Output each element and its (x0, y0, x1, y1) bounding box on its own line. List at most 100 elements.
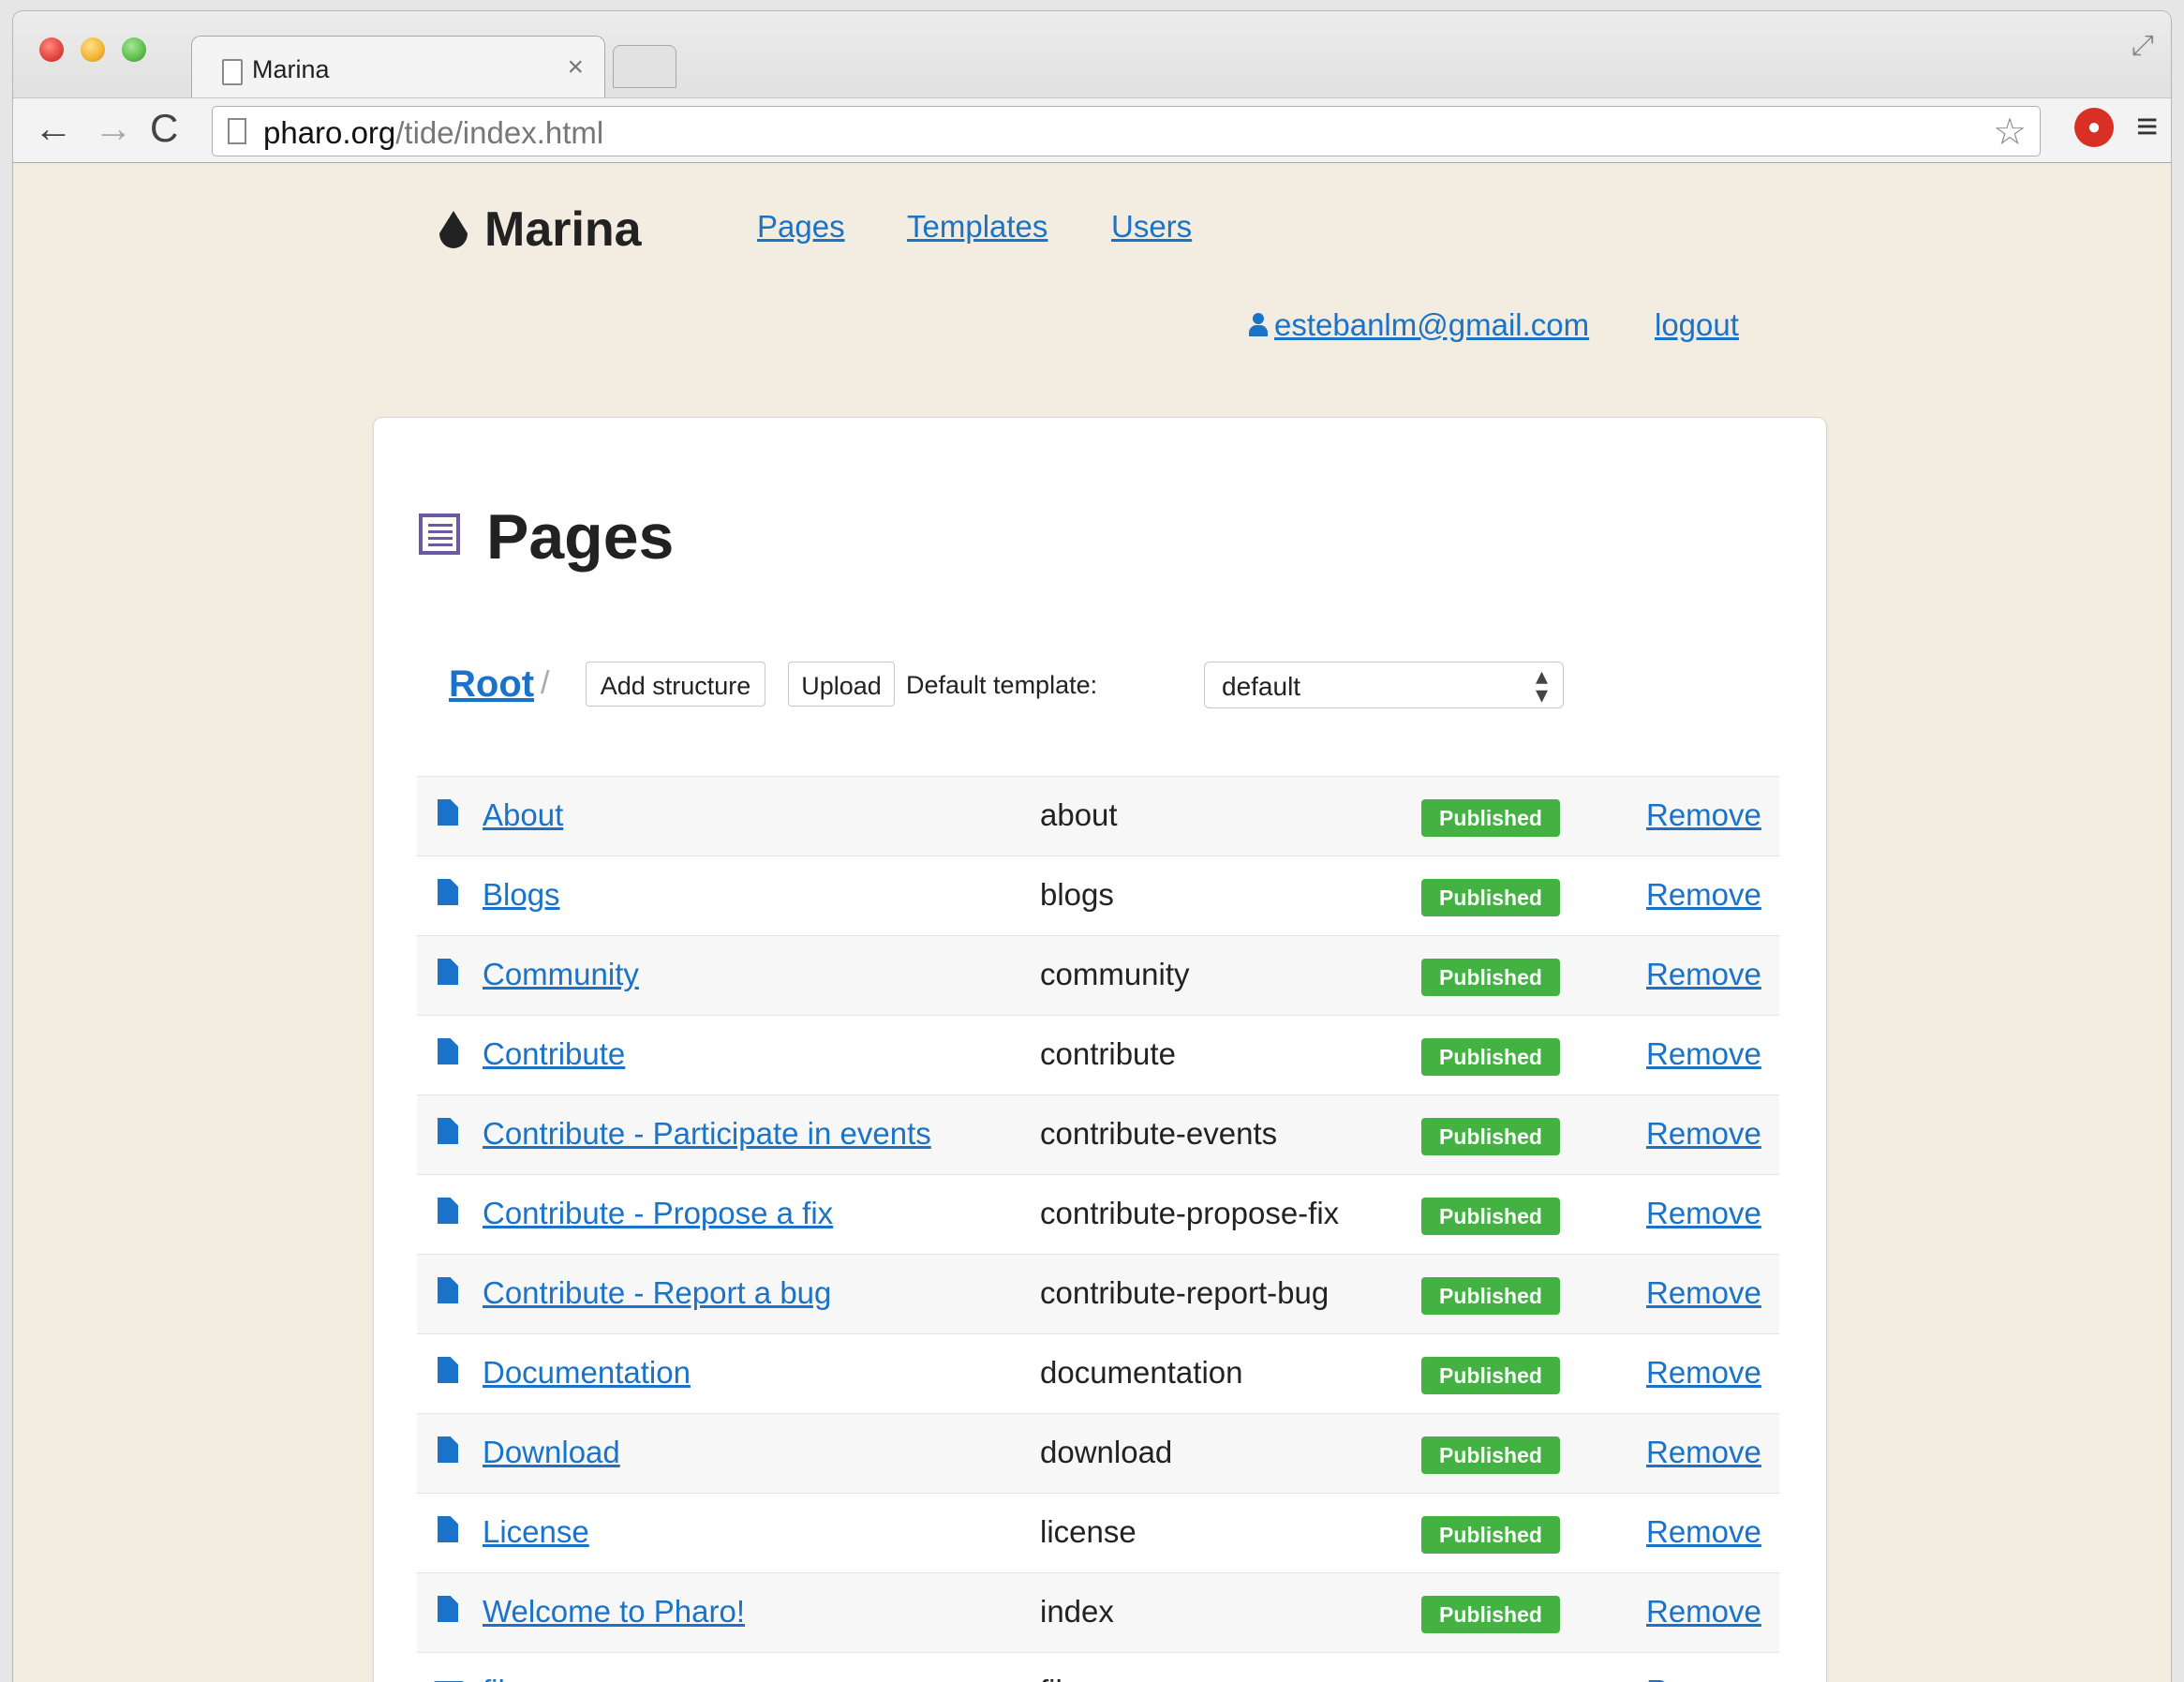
table-row: Documentation documentation Published Remov… (417, 1333, 1779, 1413)
pages-list-icon (419, 514, 460, 555)
default-template-label: Default template: (906, 671, 1098, 699)
select-value: default (1222, 672, 1301, 701)
page-title: Pages (486, 501, 675, 573)
page-name-link[interactable]: files (483, 1674, 538, 1682)
url-host: pharo.org (263, 115, 396, 150)
table-row: Community community Published Remove (417, 935, 1779, 1015)
page-slug: documentation (1040, 1355, 1243, 1390)
pages-table: About about Published Remove Blogs blogs Publi… (417, 776, 1779, 1682)
remove-link[interactable]: Remove (1646, 1036, 1761, 1072)
remove-link[interactable]: Remove (1646, 1674, 1761, 1682)
user-email-link[interactable]: estebanlm@gmail.com (1248, 307, 1589, 343)
file-icon (438, 1277, 458, 1303)
breadcrumb-separator: / (541, 665, 550, 701)
nav-link-users[interactable]: Users (1111, 209, 1192, 245)
table-row: Download download Published Remove (417, 1413, 1779, 1493)
status-badge: Published (1421, 1596, 1560, 1633)
file-icon (438, 1596, 458, 1622)
nav-link-templates[interactable]: Templates (907, 209, 1047, 245)
status-badge: Published (1421, 1038, 1560, 1076)
status-badge: Published (1421, 879, 1560, 916)
page-name-link[interactable]: Contribute - Participate in events (483, 1116, 931, 1152)
remove-link[interactable]: Remove (1646, 1275, 1761, 1311)
table-row: Blogs blogs Published Remove (417, 856, 1779, 935)
page-name-link[interactable]: About (483, 797, 563, 833)
bookmark-star-icon[interactable]: ☆ (1993, 111, 2027, 154)
site-logo[interactable]: Marina (439, 201, 642, 258)
browser-window: Marina × ⤢ ← → C pharo.org/tide/index.ht… (13, 11, 2171, 1682)
zoom-window-button[interactable] (122, 37, 146, 62)
page-name-link[interactable]: License (483, 1514, 589, 1550)
page-icon (228, 118, 246, 144)
logout-link[interactable]: logout (1655, 307, 1739, 343)
add-structure-button[interactable]: Add structure (586, 662, 765, 707)
close-window-button[interactable] (39, 37, 64, 62)
status-badge: Published (1421, 1277, 1560, 1315)
minimize-window-button[interactable] (81, 37, 105, 62)
table-row: Contribute - Report a bug contribute-repo… (417, 1254, 1779, 1333)
close-tab-icon[interactable]: × (567, 52, 584, 83)
file-icon (438, 959, 458, 985)
status-badge: Published (1421, 1436, 1560, 1474)
user-email: estebanlm@gmail.com (1274, 307, 1590, 342)
page-slug: index (1040, 1594, 1114, 1629)
pages-controls: Root / Add structure Upload Default temp… (449, 662, 1667, 710)
remove-link[interactable]: Remove (1646, 877, 1761, 913)
address-bar[interactable]: pharo.org/tide/index.html ☆ (212, 106, 2041, 156)
adblock-extension-icon[interactable]: ● (2074, 108, 2114, 147)
fullscreen-icon[interactable]: ⤢ (2132, 30, 2154, 62)
status-badge: Published (1421, 799, 1560, 837)
page-name-link[interactable]: Contribute - Report a bug (483, 1275, 831, 1311)
table-row: Contribute - Propose a fix contribute-pro… (417, 1174, 1779, 1254)
back-button[interactable]: ← (34, 108, 73, 149)
file-icon (438, 799, 458, 826)
logo-text: Marina (484, 202, 642, 257)
page-slug: download (1040, 1435, 1173, 1469)
breadcrumb-root[interactable]: Root (449, 663, 534, 706)
table-row: Contribute - Participate in events contri… (417, 1094, 1779, 1174)
new-tab-button[interactable] (613, 45, 676, 88)
page-slug: community (1040, 957, 1190, 991)
browser-chrome: Marina × ⤢ ← → C pharo.org/tide/index.ht… (13, 11, 2171, 163)
upload-button[interactable]: Upload (788, 662, 895, 707)
pages-card: Pages Root / Add structure Upload Defaul… (373, 417, 1827, 1682)
remove-link[interactable]: Remove (1646, 957, 1761, 992)
remove-link[interactable]: Remove (1646, 1355, 1761, 1391)
table-row: Welcome to Pharo! index Published Remove (417, 1572, 1779, 1652)
drop-icon (439, 211, 468, 248)
remove-link[interactable]: Remove (1646, 1514, 1761, 1550)
page-slug: blogs (1040, 877, 1114, 912)
page-slug: license (1040, 1514, 1137, 1549)
page-slug: files (1040, 1674, 1095, 1682)
forward-button[interactable]: → (94, 108, 133, 149)
page-slug: contribute (1040, 1036, 1176, 1071)
page-name-link[interactable]: Community (483, 957, 639, 992)
default-template-select[interactable]: default ▴ ▾ (1204, 662, 1564, 708)
table-row: files files Remove (417, 1652, 1779, 1682)
browser-tab[interactable]: Marina × (191, 36, 605, 98)
status-badge: Published (1421, 1198, 1560, 1235)
page-name-link[interactable]: Blogs (483, 877, 560, 913)
file-icon (438, 1357, 458, 1383)
page-name-link[interactable]: Documentation (483, 1355, 691, 1391)
page-name-link[interactable]: Contribute - Propose a fix (483, 1196, 833, 1231)
page-slug: contribute-events (1040, 1116, 1278, 1151)
reload-button[interactable]: C (150, 108, 178, 149)
remove-link[interactable]: Remove (1646, 1196, 1761, 1231)
remove-link[interactable]: Remove (1646, 797, 1761, 833)
page-name-link[interactable]: Contribute (483, 1036, 625, 1072)
table-row: About about Published Remove (417, 776, 1779, 856)
nav-link-pages[interactable]: Pages (757, 209, 845, 245)
page-name-link[interactable]: Welcome to Pharo! (483, 1594, 745, 1630)
remove-link[interactable]: Remove (1646, 1594, 1761, 1630)
page-name-link[interactable]: Download (483, 1435, 620, 1470)
menu-icon[interactable]: ≡ (2136, 106, 2158, 148)
file-icon (438, 879, 458, 905)
file-icon (438, 1516, 458, 1542)
status-badge: Published (1421, 1357, 1560, 1394)
remove-link[interactable]: Remove (1646, 1435, 1761, 1470)
remove-link[interactable]: Remove (1646, 1116, 1761, 1152)
page-icon (222, 59, 243, 85)
page-content: Marina Pages Templates Users estebanlm@g… (13, 162, 2171, 1682)
url-text: pharo.org/tide/index.html (263, 115, 603, 151)
